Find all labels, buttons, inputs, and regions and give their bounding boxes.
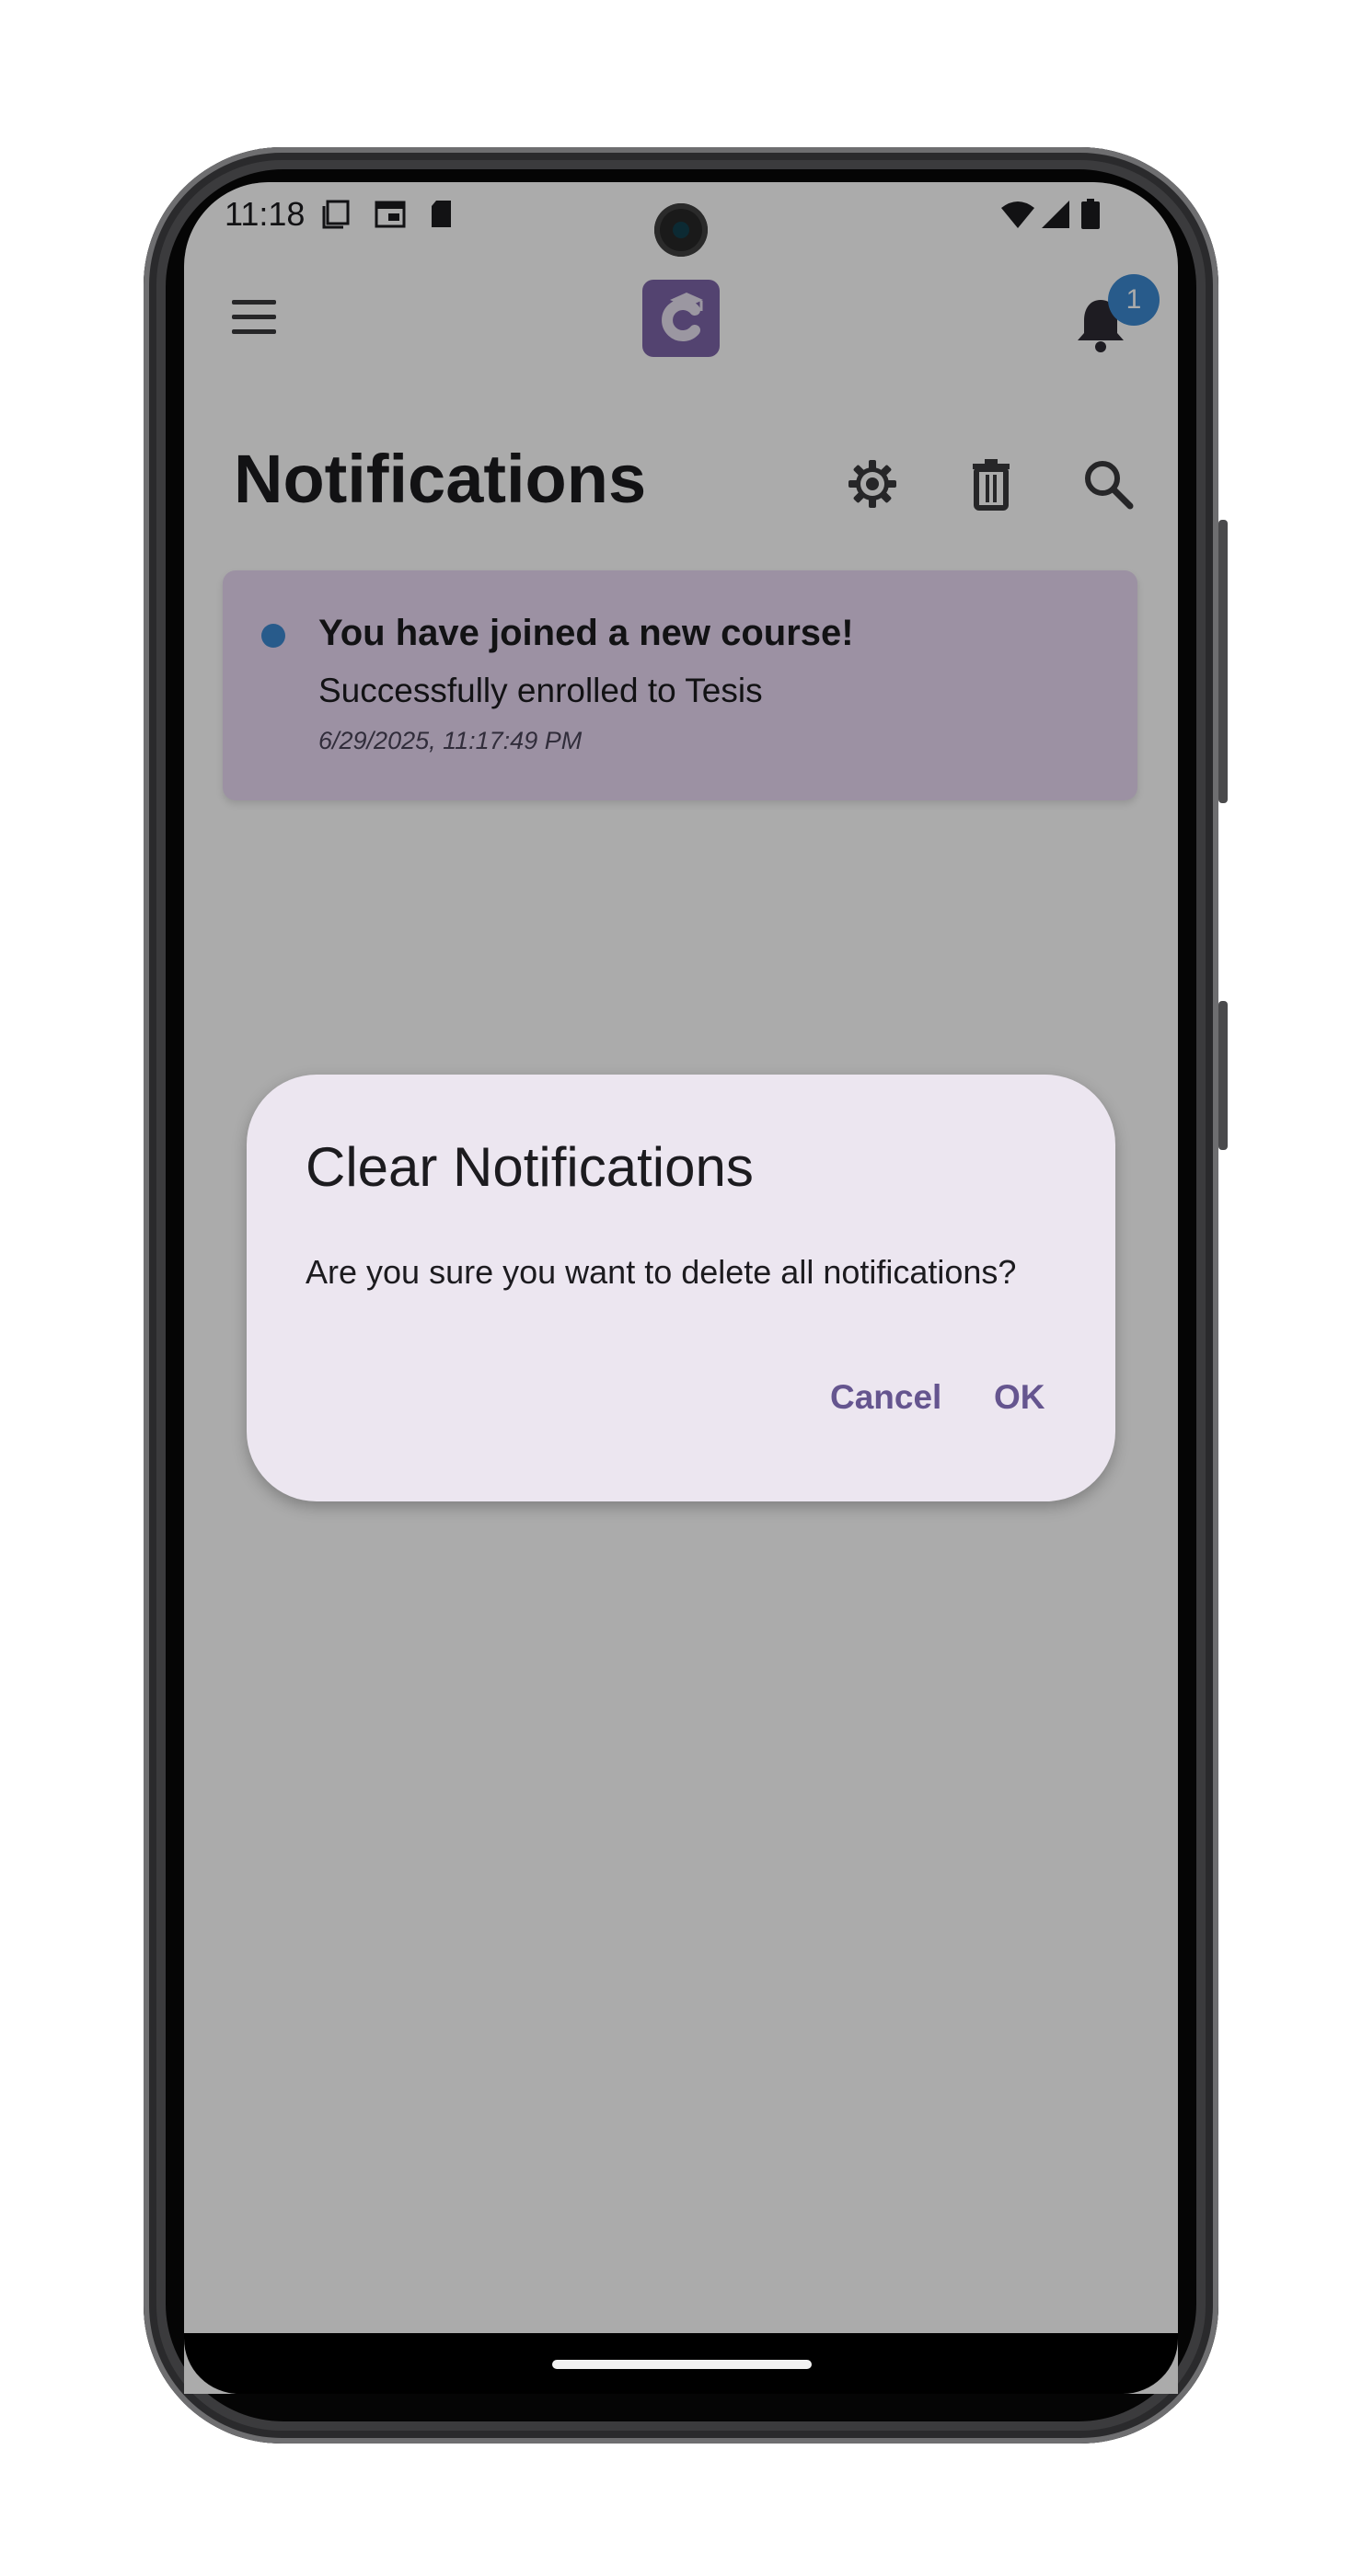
- screen: 11:18 1 Notifications You have joined a …: [184, 182, 1178, 2394]
- home-gesture-handle[interactable]: [552, 2360, 812, 2369]
- dialog-title: Clear Notifications: [306, 1136, 754, 1198]
- cancel-button[interactable]: Cancel: [830, 1378, 941, 1417]
- power-button: [1218, 520, 1228, 803]
- volume-button: [1218, 1001, 1228, 1150]
- front-camera: [654, 203, 708, 257]
- ok-button[interactable]: OK: [994, 1378, 1045, 1417]
- dialog-message: Are you sure you want to delete all noti…: [306, 1253, 1017, 1291]
- clear-notifications-dialog: Clear Notifications Are you sure you wan…: [247, 1075, 1115, 1501]
